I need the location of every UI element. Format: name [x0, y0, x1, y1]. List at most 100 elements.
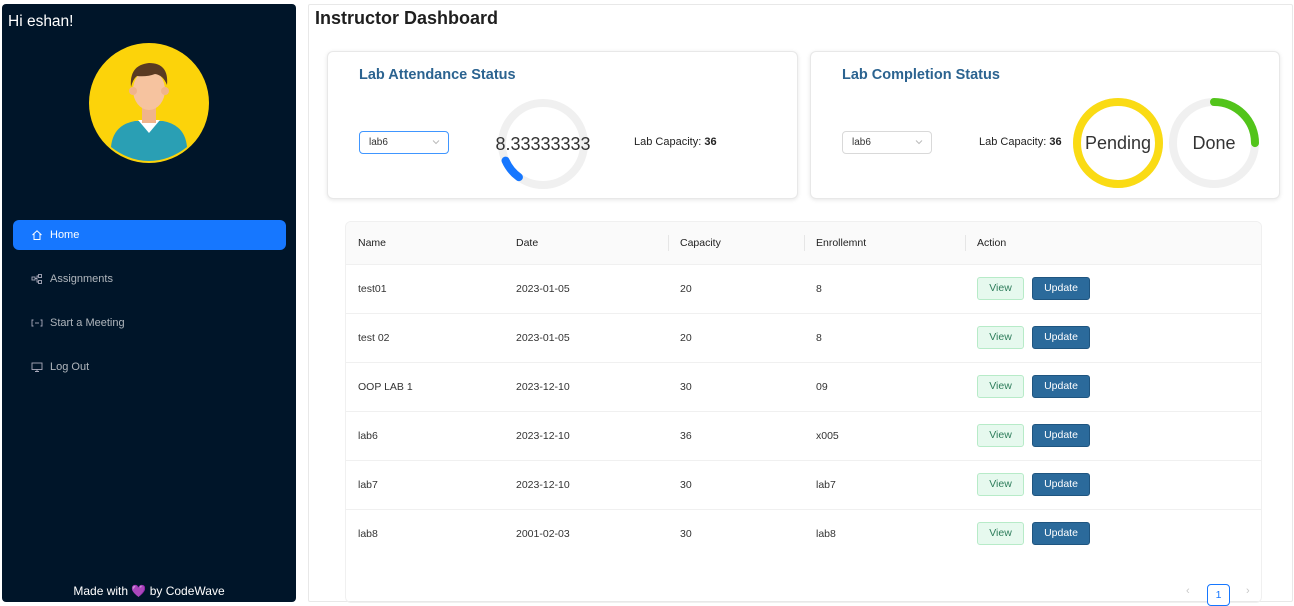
pagination-next-button[interactable]: › — [1246, 585, 1250, 597]
sidebar: Hi eshan! Home Assignments Start a Meeti… — [2, 4, 296, 602]
update-button[interactable]: Update — [1032, 326, 1090, 349]
view-button[interactable]: View — [977, 424, 1024, 447]
completion-capacity: Lab Capacity: 36 — [979, 136, 1062, 148]
attendance-card-title: Lab Attendance Status — [359, 67, 516, 83]
meeting-icon — [31, 317, 43, 329]
cell-action: View Update — [965, 411, 1261, 460]
user-avatar — [89, 43, 209, 163]
update-button[interactable]: Update — [1032, 277, 1090, 300]
table-row: OOP LAB 1 2023-12-10 30 09 View Update — [346, 362, 1261, 411]
labs-table: Name Date Capacity Enrollemnt Action tes… — [345, 221, 1262, 603]
column-header-enrollment: Enrollemnt — [804, 222, 965, 264]
cell-capacity: 30 — [680, 380, 692, 393]
sidebar-item-assignments[interactable]: Assignments — [13, 264, 286, 294]
view-button[interactable]: View — [977, 473, 1024, 496]
cell-action: View Update — [965, 460, 1261, 509]
cell-action: View Update — [965, 509, 1261, 558]
desktop-icon — [31, 361, 43, 373]
cell-date: 2001-02-03 — [516, 527, 570, 540]
sidebar-item-home[interactable]: Home — [13, 220, 286, 250]
cell-name: lab6 — [358, 429, 378, 442]
update-button[interactable]: Update — [1032, 375, 1090, 398]
capacity-value: 36 — [704, 136, 717, 148]
cell-capacity: 30 — [680, 478, 692, 491]
cell-name: lab8 — [358, 527, 378, 540]
column-header-name: Name — [358, 236, 387, 249]
footer-suffix: by CodeWave — [149, 584, 225, 598]
update-button[interactable]: Update — [1032, 424, 1090, 447]
completion-card-title: Lab Completion Status — [842, 67, 1000, 83]
table-row: lab6 2023-12-10 36 x005 View Update — [346, 411, 1261, 460]
view-button[interactable]: View — [977, 375, 1024, 398]
cell-enrollment: 8 — [816, 282, 822, 295]
cell-date: 2023-01-05 — [516, 331, 570, 344]
cell-date: 2023-12-10 — [516, 429, 570, 442]
table-row: test 02 2023-01-05 20 8 View Update — [346, 313, 1261, 362]
view-button[interactable]: View — [977, 522, 1024, 546]
column-header-capacity: Capacity — [668, 222, 804, 264]
column-header-date: Date — [516, 236, 539, 249]
completion-lab-select[interactable]: lab6 — [842, 131, 932, 154]
capacity-label: Lab Capacity: — [634, 136, 702, 148]
completion-card: Lab Completion Status lab6 Lab Capacity:… — [810, 51, 1280, 199]
table-row: lab7 2023-12-10 30 lab7 View Update — [346, 460, 1261, 509]
cell-capacity: 20 — [680, 331, 692, 344]
attendance-capacity: Lab Capacity: 36 — [634, 136, 717, 148]
sidebar-item-label: Log Out — [50, 361, 90, 373]
cluster-icon — [31, 273, 43, 285]
cell-enrollment: 8 — [816, 331, 822, 344]
pending-gauge: Pending — [1072, 97, 1164, 189]
cell-name: test 02 — [358, 331, 390, 344]
cell-capacity: 36 — [680, 429, 692, 442]
chevron-down-icon — [915, 140, 923, 145]
sidebar-item-log-out[interactable]: Log Out — [13, 352, 286, 382]
cell-capacity: 30 — [680, 527, 692, 540]
home-icon — [31, 229, 43, 241]
sidebar-nav: Home Assignments Start a Meeting Log Out — [13, 220, 286, 396]
column-header-action: Action — [965, 222, 1261, 264]
cell-name: lab7 — [358, 478, 378, 491]
cell-date: 2023-01-05 — [516, 282, 570, 295]
done-gauge-label: Done — [1192, 132, 1236, 153]
cell-date: 2023-12-10 — [516, 478, 570, 491]
cell-name: OOP LAB 1 — [358, 380, 413, 393]
view-button[interactable]: View — [977, 277, 1024, 300]
sidebar-footer: Made with 💜 by CodeWave — [2, 584, 296, 598]
cell-action: View Update — [965, 264, 1261, 313]
attendance-gauge-value: 8.33333333 — [495, 133, 591, 154]
attendance-lab-select[interactable]: lab6 — [359, 131, 449, 154]
capacity-label: Lab Capacity: — [979, 136, 1047, 148]
greeting-text: Hi eshan! — [8, 13, 74, 30]
sidebar-item-start-meeting[interactable]: Start a Meeting — [13, 308, 286, 338]
table-row: lab8 2001-02-03 30 lab8 View Update — [346, 509, 1261, 558]
attendance-card: Lab Attendance Status lab6 8.33333333 La… — [327, 51, 798, 199]
capacity-value: 36 — [1049, 136, 1062, 148]
pagination-page-1[interactable]: 1 — [1207, 584, 1230, 606]
table-row: test01 2023-01-05 20 8 View Update — [346, 264, 1261, 313]
cell-action: View Update — [965, 362, 1261, 411]
select-value: lab6 — [369, 137, 388, 148]
cell-date: 2023-12-10 — [516, 380, 570, 393]
update-button[interactable]: Update — [1032, 522, 1090, 546]
pagination-prev-button[interactable]: ‹ — [1186, 585, 1190, 597]
cell-enrollment: 09 — [816, 380, 828, 393]
table-header-row: Name Date Capacity Enrollemnt Action — [346, 222, 1261, 264]
main-content: Instructor Dashboard Lab Attendance Stat… — [308, 4, 1293, 603]
cell-action: View Update — [965, 313, 1261, 362]
attendance-gauge: 8.33333333 — [495, 98, 591, 190]
sidebar-item-label: Start a Meeting — [50, 317, 125, 329]
sidebar-item-label: Assignments — [50, 273, 113, 285]
pending-gauge-label: Pending — [1084, 132, 1152, 153]
chevron-down-icon — [432, 140, 440, 145]
cell-capacity: 20 — [680, 282, 692, 295]
cell-enrollment: lab8 — [816, 527, 836, 540]
update-button[interactable]: Update — [1032, 473, 1090, 496]
page-title: Instructor Dashboard — [315, 8, 499, 28]
view-button[interactable]: View — [977, 326, 1024, 349]
done-gauge: Done — [1168, 97, 1260, 189]
cell-enrollment: x005 — [816, 429, 839, 442]
select-value: lab6 — [852, 137, 871, 148]
cell-name: test01 — [358, 282, 387, 295]
footer-prefix: Made with — [73, 584, 129, 598]
heart-icon: 💜 — [131, 584, 147, 598]
